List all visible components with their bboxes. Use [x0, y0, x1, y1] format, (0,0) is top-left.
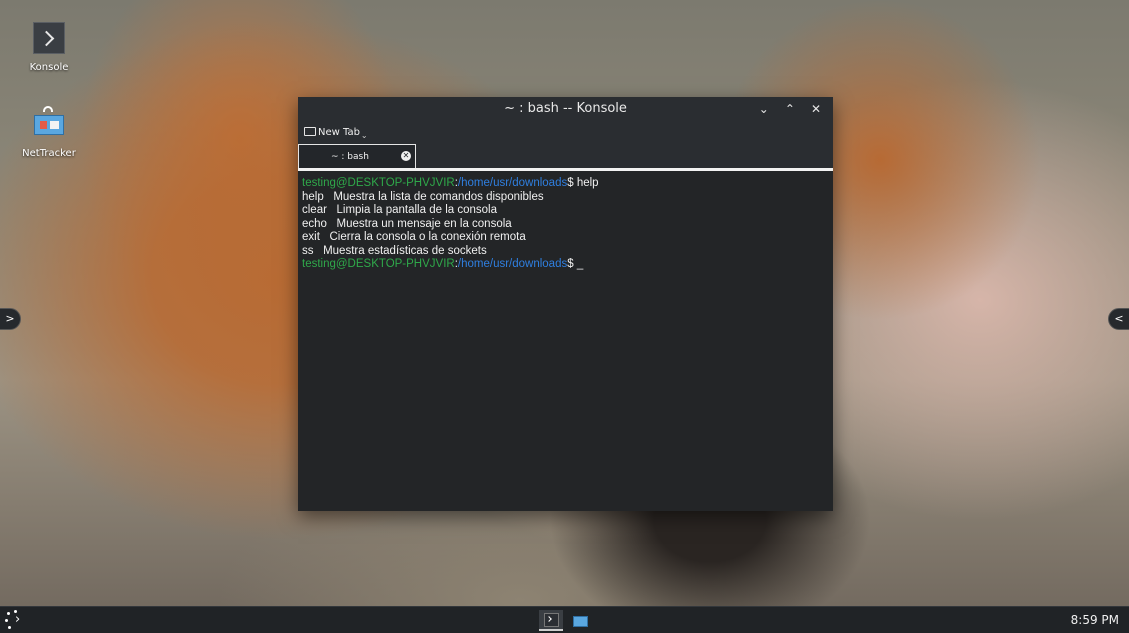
prompt-path: /home/usr/downloads	[457, 177, 568, 189]
output-line: clear Limpia la pantalla de la consola	[302, 204, 497, 216]
konsole-icon	[33, 22, 65, 54]
desktop-icon-nettracker[interactable]: NetTracker	[14, 106, 84, 159]
output-line: echo Muestra un mensaje en la consola	[302, 217, 512, 230]
new-tab-button[interactable]: New Tab⌄	[304, 127, 368, 140]
close-button[interactable]: ✕	[805, 97, 827, 121]
window-titlebar[interactable]: ~ : bash -- Konsole ⌄ ⌃ ✕	[298, 97, 833, 121]
prompt-path: /home/usr/downloads	[457, 258, 568, 270]
tab-close-icon[interactable]: ✕	[401, 151, 411, 161]
prompt-user: testing@DESKTOP-PHVJVIR	[302, 258, 455, 270]
tab-bash[interactable]: ~ : bash ✕	[298, 144, 416, 168]
nettracker-icon	[32, 106, 66, 136]
taskbar-konsole-button[interactable]	[539, 610, 563, 631]
prompt-line: testing@DESKTOP-PHVJVIR:/home/usr/downlo…	[302, 177, 833, 191]
desktop-icon-label: Konsole	[29, 62, 69, 73]
terminal-output[interactable]: testing@DESKTOP-PHVJVIR:/home/usr/downlo…	[298, 173, 833, 511]
taskbar-nettracker-button[interactable]	[568, 610, 592, 631]
taskbar-clock[interactable]: 8:59 PM	[1071, 607, 1119, 633]
tab-bar: ~ : bash ✕	[298, 144, 833, 171]
app-launcher-icon[interactable]: ›	[5, 610, 25, 630]
output-line: exit Cierra la consola o la conexión rem…	[302, 231, 526, 243]
maximize-button[interactable]: ⌃	[779, 97, 801, 121]
desktop-icon-label: NetTracker	[22, 148, 76, 159]
tab-underline	[298, 168, 833, 171]
left-panel-toggle-icon[interactable]: >	[0, 308, 21, 330]
konsole-toolbar: New Tab⌄	[298, 121, 833, 144]
right-panel-toggle-icon[interactable]: <	[1108, 308, 1129, 330]
chevron-down-icon[interactable]: ⌄	[361, 131, 368, 140]
minimize-button[interactable]: ⌄	[753, 97, 775, 121]
window-controls: ⌄ ⌃ ✕	[753, 97, 827, 121]
konsole-icon	[544, 613, 559, 627]
desktop-icon-konsole[interactable]: Konsole	[14, 22, 84, 73]
konsole-window: ~ : bash -- Konsole ⌄ ⌃ ✕ New Tab⌄ ~ : b…	[298, 97, 833, 511]
taskbar: › 8:59 PM	[0, 606, 1129, 633]
output-line: ss Muestra estadísticas de sockets	[302, 244, 487, 257]
command-text: help	[573, 177, 599, 189]
output-line: help Muestra la lista de comandos dispon…	[302, 190, 544, 203]
new-tab-label: New Tab	[318, 127, 360, 138]
prompt-user: testing@DESKTOP-PHVJVIR	[302, 177, 455, 189]
new-tab-icon	[304, 127, 316, 136]
window-title: ~ : bash -- Konsole	[504, 101, 627, 116]
nettracker-icon	[573, 616, 588, 627]
tab-label: ~ : bash	[331, 152, 369, 162]
active-prompt-line[interactable]: testing@DESKTOP-PHVJVIR:/home/usr/downlo…	[302, 258, 833, 272]
text-cursor: _	[573, 258, 584, 270]
